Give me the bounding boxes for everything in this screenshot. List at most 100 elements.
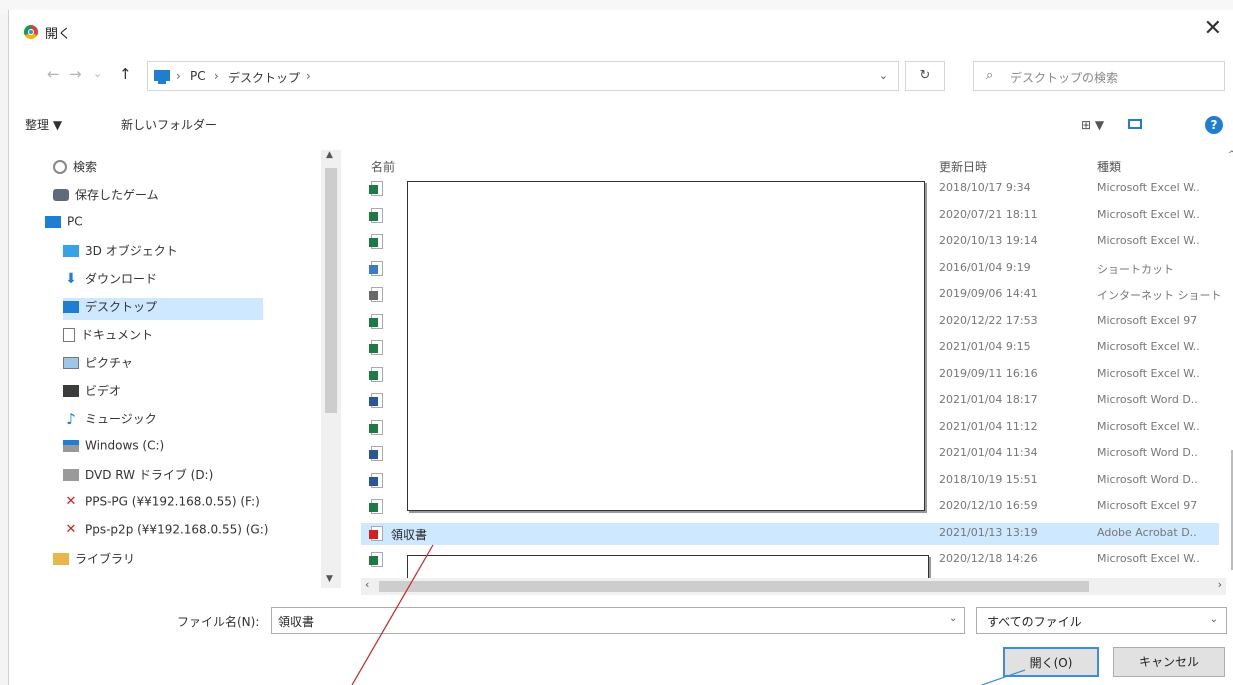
search-input[interactable]: デスクトップの検索 <box>1010 69 1118 86</box>
sidebar-item-label: PPS-PG (¥¥192.168.0.55) (F:) <box>85 494 260 509</box>
file-row[interactable]: 領収書 2021/01/13 13:19 Adobe Acrobat D.. <box>361 522 1219 545</box>
scroll-down-icon[interactable]: ▼ <box>326 574 333 584</box>
file-date: 2020/10/13 19:14 <box>939 234 1038 247</box>
3d-object-icon <box>63 244 79 257</box>
file-type-filter[interactable]: すべてのファイル ⌄ <box>976 607 1227 634</box>
address-bar[interactable]: › PC › デスクトップ › ⌄ <box>147 61 899 91</box>
recent-locations-button[interactable]: ⌄ <box>93 67 102 80</box>
file-type: Microsoft Excel 97 <box>1097 499 1198 512</box>
filename-input[interactable]: 領収書 <box>271 607 965 634</box>
file-icon-badge <box>369 529 378 539</box>
sidebar-item-videos[interactable]: ビデオ <box>63 382 121 404</box>
search-icon: ⌕ <box>986 68 994 83</box>
navigation-pane: 検索 保存したゲーム PC 3D オブジェクト ⬇ ダウンロード デスクトップ ド… <box>9 150 348 595</box>
sidebar-item-desktop[interactable]: デスクトップ <box>63 298 263 320</box>
new-folder-button[interactable]: 新しいフォルダー <box>121 116 217 133</box>
file-list-scrollbar[interactable]: ^ <box>1224 150 1233 588</box>
sidebar-item-search[interactable]: 検索 <box>53 158 97 180</box>
column-header-name[interactable]: 名前 <box>371 158 395 175</box>
back-button[interactable]: ← <box>47 65 60 83</box>
file-type: Microsoft Excel W.. <box>1097 234 1200 247</box>
excel-icon <box>369 366 383 382</box>
forward-button[interactable]: → <box>69 65 82 83</box>
chrome-icon <box>24 25 38 39</box>
file-icon-badge <box>369 317 378 327</box>
open-file-dialog: 開く ✕ ← → ⌄ ↑ › PC › デスクトップ › ⌄ ↻ ⌕ デスクトッ… <box>8 10 1233 685</box>
sidebar-item-windows-c[interactable]: Windows (C:) <box>63 438 164 460</box>
excel97-icon <box>369 313 383 329</box>
view-options-button[interactable]: ⊞ ▼ <box>1081 118 1104 132</box>
help-button[interactable]: ? <box>1205 116 1223 134</box>
file-date: 2018/10/19 15:51 <box>939 472 1038 486</box>
file-date: 2021/01/04 11:12 <box>939 419 1038 433</box>
music-icon: ♪ <box>66 409 76 428</box>
refresh-button[interactable]: ↻ <box>905 61 945 91</box>
file-type: Microsoft Excel 97 <box>1097 313 1198 327</box>
file-icon-badge <box>369 264 378 274</box>
sidebar-item-music[interactable]: ♪ ミュージック <box>63 410 157 432</box>
scroll-left-icon[interactable]: ‹ <box>365 578 369 591</box>
dialog-title: 開く <box>45 27 72 42</box>
download-icon: ⬇ <box>65 270 77 287</box>
navigation-pane-scrollbar[interactable]: ▲ ▼ <box>321 150 341 588</box>
sidebar-item-documents[interactable]: ドキュメント <box>63 326 153 348</box>
sidebar-item-pictures[interactable]: ピクチャ <box>63 354 133 376</box>
organize-button[interactable]: 整理 ▼ <box>25 116 62 133</box>
sidebar-item-label: ピクチャ <box>85 356 133 370</box>
scroll-up-icon[interactable]: ^ <box>1228 150 1233 160</box>
column-header-type[interactable]: 種類 <box>1097 158 1121 175</box>
sidebar-item-library[interactable]: ライブラリ <box>53 550 135 572</box>
sidebar-item-label: Pps-p2p (¥¥192.168.0.55) (G:) <box>85 522 269 537</box>
document-icon <box>63 327 75 342</box>
sidebar-item-pc[interactable]: PC <box>45 214 83 236</box>
sidebar-item-label: PC <box>67 214 83 229</box>
search-box[interactable]: ⌕ デスクトップの検索 <box>973 61 1225 91</box>
chevron-down-icon[interactable]: ⌄ <box>879 69 888 82</box>
scrollbar-thumb[interactable] <box>379 581 1089 592</box>
file-date: 2020/12/10 16:59 <box>939 499 1038 512</box>
navigation-bar: ← → ⌄ ↑ › PC › デスクトップ › ⌄ ↻ ⌕ デスクトップの検索 <box>9 55 1233 95</box>
shortcut-icon <box>369 260 383 276</box>
filename-label: ファイル名(N): <box>177 615 260 629</box>
file-icon-badge <box>369 423 378 433</box>
up-button[interactable]: ↑ <box>119 65 132 83</box>
scrollbar-thumb[interactable] <box>325 168 337 413</box>
breadcrumb-pc[interactable]: PC <box>190 69 206 83</box>
cancel-button[interactable]: キャンセル <box>1113 647 1225 677</box>
breadcrumb-separator: › <box>306 69 311 83</box>
file-type: Microsoft Word D.. <box>1097 446 1198 459</box>
file-list: ^ 名前 更新日時 種類 2018/10/17 9:34 Microsoft Ex… <box>361 150 1226 595</box>
preview-pane-icon[interactable] <box>1128 119 1142 129</box>
close-button[interactable]: ✕ <box>1204 18 1222 40</box>
redacted-file-names <box>407 181 925 511</box>
column-header-date[interactable]: 更新日時 <box>939 158 987 175</box>
sidebar-item-network-f[interactable]: ✕ PPS-PG (¥¥192.168.0.55) (F:) <box>63 494 260 516</box>
sidebar-item-saved-games[interactable]: 保存したゲーム <box>53 186 159 208</box>
sidebar-item-label: 保存したゲーム <box>75 188 159 202</box>
sidebar-item-network-g[interactable]: ✕ Pps-p2p (¥¥192.168.0.55) (G:) <box>63 522 269 544</box>
sidebar-item-label: ミュージック <box>85 412 157 426</box>
title-bar: 開く ✕ <box>9 10 1233 50</box>
sidebar-item-dvd-drive[interactable]: DVD RW ドライブ (D:) <box>63 466 213 488</box>
file-date: 2020/07/21 18:11 <box>939 207 1038 221</box>
command-bar: 整理 ▼ 新しいフォルダー ⊞ ▼ ? <box>9 110 1233 140</box>
sidebar-item-downloads[interactable]: ⬇ ダウンロード <box>63 270 157 292</box>
scroll-right-icon[interactable]: › <box>1218 578 1222 591</box>
scroll-up-icon[interactable]: ▲ <box>326 150 333 160</box>
desktop-icon <box>63 300 79 313</box>
open-button[interactable]: 開く(O) <box>1003 647 1099 677</box>
horizontal-scrollbar[interactable]: ‹ › <box>361 578 1226 595</box>
sidebar-item-3d-objects[interactable]: 3D オブジェクト <box>63 242 178 264</box>
game-icon <box>53 188 69 201</box>
file-icon-badge <box>369 291 378 300</box>
file-type: Microsoft Excel W.. <box>1097 552 1200 565</box>
excel-icon <box>369 181 383 196</box>
chevron-down-icon[interactable]: ⌄ <box>949 613 957 624</box>
breadcrumb-desktop[interactable]: デスクトップ <box>228 69 300 86</box>
file-type: Microsoft Excel W.. <box>1097 366 1200 380</box>
chevron-down-icon: ⌄ <box>1209 614 1218 625</box>
file-type: Microsoft Word D.. <box>1097 393 1198 406</box>
word-icon <box>369 472 383 488</box>
sidebar-item-label: 3D オブジェクト <box>85 244 178 258</box>
file-type: ショートカット <box>1097 262 1174 276</box>
